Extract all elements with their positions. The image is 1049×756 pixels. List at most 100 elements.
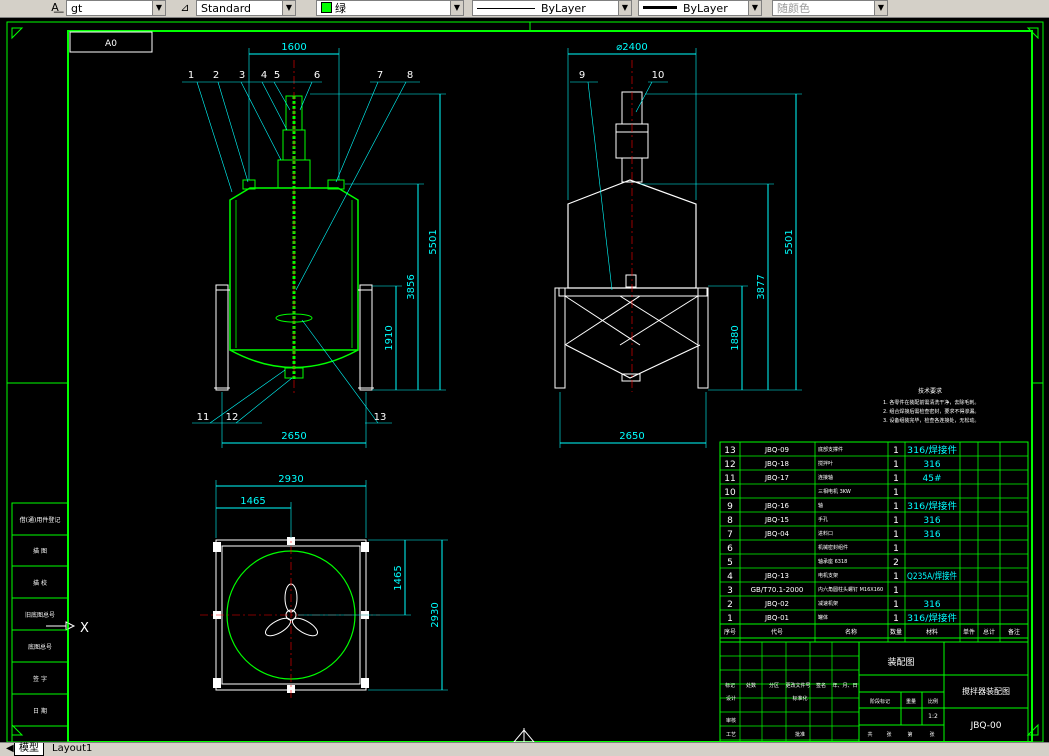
bom-no: 12: [724, 460, 735, 470]
balloon-label: 8: [407, 70, 413, 81]
balloon-label: 10: [652, 70, 665, 81]
linetype-value: ByLayer: [541, 2, 586, 15]
dim-side-diameter: ⌀2400: [616, 42, 647, 53]
bom-qty: 1: [893, 600, 899, 610]
bom-code: JBQ-18: [764, 460, 789, 468]
tb-row-label: 标记: [725, 682, 735, 689]
bom-material: 316: [923, 516, 940, 526]
bom-code: JBQ-01: [764, 614, 789, 622]
bom-code: JBQ-04: [764, 530, 790, 538]
tb-row-label: 签名: [816, 682, 826, 689]
bom-qty: 1: [893, 502, 899, 512]
bom-no: 3: [727, 586, 733, 596]
bom-header-cell: 数量: [890, 628, 902, 636]
dim-top-half-width: 1465: [240, 496, 265, 507]
bom-name: 三相电机 3KW: [818, 488, 851, 495]
tb-row-label: 年、月、日: [832, 682, 857, 689]
chevron-down-icon[interactable]: ▼: [152, 1, 165, 15]
balloon-label: 11: [197, 412, 210, 423]
tab-layout1[interactable]: Layout1: [48, 743, 96, 755]
sheet-label: 张: [929, 731, 934, 738]
balloon-label: 6: [314, 70, 320, 81]
balloon-label: 4: [261, 70, 267, 81]
bom-material: 316: [923, 600, 940, 610]
balloon-label: 9: [579, 70, 585, 81]
text-style-combo[interactable]: gt ▼: [66, 0, 166, 16]
bom-no: 1: [727, 614, 733, 624]
chevron-down-icon[interactable]: ▼: [618, 1, 631, 15]
bom-no: 6: [727, 544, 733, 554]
sheet-label: 张: [886, 731, 891, 738]
bom-name: 减速机架: [818, 600, 838, 607]
bom-code: JBQ-17: [764, 474, 789, 482]
tb-row-label: 处数: [746, 682, 756, 689]
dim-side-height: 3877: [756, 274, 767, 299]
side-view: ⌀2400 5501 3877 1880 2650 9 10: [554, 42, 802, 448]
color-value: 绿: [335, 2, 346, 15]
bom-code: JBQ-09: [764, 446, 789, 454]
tb-side-label: 设计: [726, 695, 736, 702]
bom-name: 底部支撑件: [818, 446, 843, 453]
bom-code: JBQ-16: [764, 502, 790, 510]
dim-style-icon[interactable]: ⊿: [176, 0, 194, 16]
bom-no: 9: [727, 502, 733, 512]
left-table: 借(通)用件登记描 图描 校旧底图总号底图总号签 字日 期: [11, 502, 69, 743]
bom-code: JBQ-13: [764, 572, 789, 580]
bom-code: GB/T70.1-2000: [751, 586, 804, 594]
bom-header-cell: 备注: [1008, 628, 1020, 636]
bom-no: 2: [727, 600, 733, 610]
tech-note-line: 2. 组合焊接后需检查密封，要求不得渗漏。: [883, 408, 979, 415]
bom-code: JBQ-15: [764, 516, 789, 524]
title-block: 标记 处数 分区 更改文件号 签名 年、月、日 装配图 搅拌器装配图 JBQ-00 阶段标…: [719, 641, 1029, 743]
drawing-canvas[interactable]: A0 1600 5501 3856 1910 2650 1 2 3 4 5 6 …: [0, 18, 1049, 743]
stage-label: 阶段标记: [870, 698, 890, 705]
dim-front-bottom: 2650: [281, 431, 306, 442]
bom-material: 316/焊接件: [907, 444, 957, 456]
bom-qty: 1: [893, 474, 899, 484]
bom-header-cell: 名称: [845, 628, 857, 636]
left-table-label: 借(通)用件登记: [20, 516, 61, 524]
dim-top-width: 2930: [278, 474, 303, 485]
bom-qty: 1: [893, 460, 899, 470]
plotstyle-combo: 随颜色 ▼: [772, 0, 888, 16]
bom-material: 45#: [923, 474, 942, 484]
stage-label: 比例: [928, 698, 938, 705]
stage-label: 重量: [906, 698, 916, 705]
bom-header-cell: 材料: [926, 628, 938, 636]
balloon-label: 2: [213, 70, 219, 81]
bom-no: 10: [724, 488, 736, 498]
color-combo[interactable]: 绿 ▼: [316, 0, 464, 16]
dim-front-top: 1600: [281, 42, 306, 53]
top-view: 2930 1465 2930 1465: [200, 474, 448, 700]
tab-model[interactable]: 模型: [14, 743, 44, 756]
bom-no: 7: [727, 530, 733, 540]
tb-side-label: 审核: [726, 717, 736, 724]
drawing-svg: A0 1600 5501 3856 1910 2650 1 2 3 4 5 6 …: [6, 21, 1044, 743]
bom-name: 手孔: [818, 516, 828, 523]
bom-material: 316/焊接件: [907, 612, 957, 624]
bom-material: 316/焊接件: [907, 500, 957, 512]
bom-qty: 1: [893, 614, 899, 624]
dim-style-combo[interactable]: Standard ▼: [196, 0, 296, 16]
sheet-size-label: A0: [105, 39, 117, 49]
bom-no: 8: [727, 516, 733, 526]
text-style-value: gt: [71, 2, 83, 15]
bom-qty: 1: [893, 446, 899, 456]
chevron-down-icon[interactable]: ▼: [282, 1, 295, 15]
balloon-label: 1: [188, 70, 194, 81]
bom-header-cell: 代号: [771, 628, 783, 636]
lineweight-combo[interactable]: ByLayer ▼: [638, 0, 762, 16]
chevron-down-icon[interactable]: ▼: [450, 1, 463, 15]
linetype-combo[interactable]: ByLayer ▼: [472, 0, 632, 16]
text-style-icon[interactable]: A͟: [46, 0, 64, 16]
bom-no: 11: [724, 474, 735, 484]
product-name-label: 搅拌器装配图: [962, 686, 1010, 696]
tb-approve-label: 批准: [795, 731, 805, 738]
bom-name: 连接轴: [818, 474, 833, 481]
bom-name: 电机支架: [818, 572, 838, 579]
balloon-label: 5: [274, 70, 280, 81]
bom-qty: 1: [893, 488, 899, 498]
dim-front-height: 1910: [384, 325, 395, 350]
chevron-down-icon[interactable]: ▼: [748, 1, 761, 15]
left-table-label: 签 字: [33, 675, 47, 683]
